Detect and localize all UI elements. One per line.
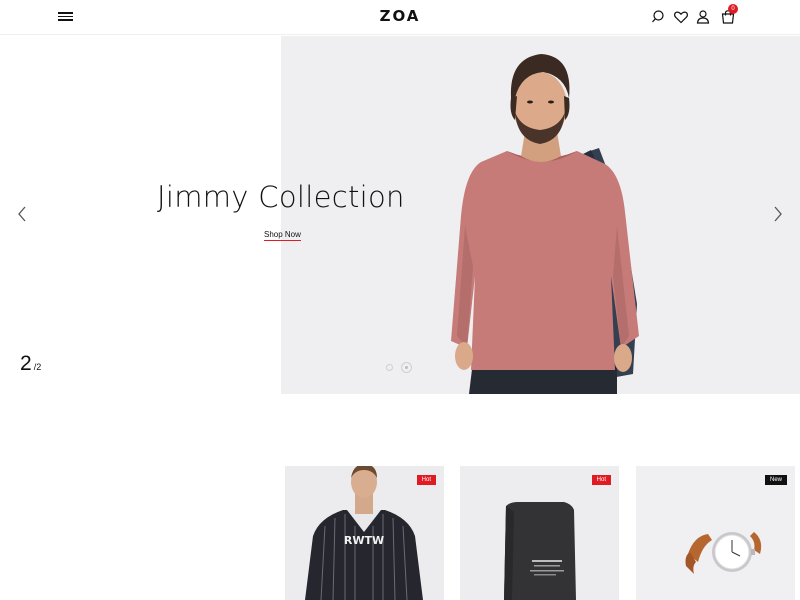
hero-model-image: [451, 54, 639, 394]
cart-icon[interactable]: 0: [720, 4, 738, 25]
hot-badge: Hot: [591, 475, 611, 485]
product-card[interactable]: New: [636, 466, 795, 600]
prev-slide-arrow-icon[interactable]: [16, 206, 28, 222]
product-image-tshirt: RWTW: [285, 466, 444, 600]
heart-icon[interactable]: [673, 9, 689, 25]
slide-total-number: /2: [33, 362, 42, 372]
product-card[interactable]: RWTW Hot: [285, 466, 444, 600]
search-icon[interactable]: [651, 9, 667, 25]
slide-dot-1[interactable]: [386, 364, 393, 371]
slide-counter: 2/2: [20, 352, 41, 376]
product-image-watch: [636, 466, 795, 600]
site-header: ZOA 0: [0, 0, 800, 35]
product-image-scarf: [460, 466, 619, 600]
hero-title: Jimmy Collection: [157, 180, 405, 214]
hot-badge: Hot: [416, 475, 436, 485]
next-slide-arrow-icon[interactable]: [772, 206, 784, 222]
svg-text:RWTW: RWTW: [344, 534, 384, 547]
shop-now-link[interactable]: Shop Now: [264, 230, 301, 241]
new-badge: New: [764, 475, 787, 485]
user-icon[interactable]: [695, 9, 711, 25]
hero-banner: [281, 36, 800, 394]
slide-dot-2[interactable]: [401, 362, 412, 373]
product-card[interactable]: Hot: [460, 466, 619, 600]
slide-current-number: 2: [20, 352, 32, 375]
cart-count-badge: 0: [728, 4, 738, 14]
